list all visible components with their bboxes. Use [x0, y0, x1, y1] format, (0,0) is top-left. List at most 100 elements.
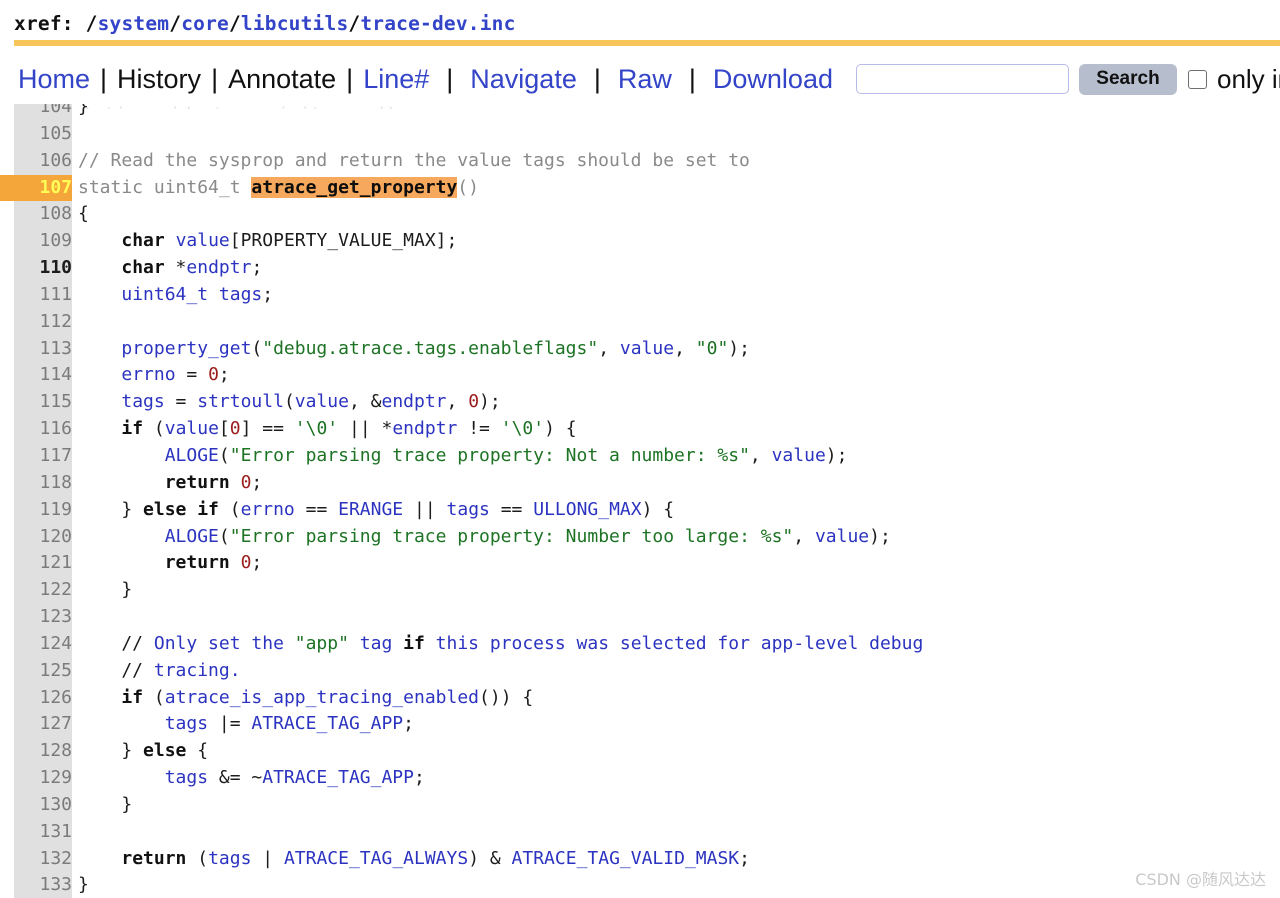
line-number[interactable]: 111 — [0, 282, 72, 309]
code-token: ( — [218, 498, 241, 520]
symbol-link[interactable]: endptr — [392, 418, 457, 439]
line-number[interactable]: 120 — [0, 524, 72, 551]
code-token: 0 — [229, 418, 241, 440]
nav-item-navigate[interactable]: Navigate — [461, 64, 586, 94]
symbol-link[interactable]: endptr — [186, 257, 251, 278]
symbol-link[interactable]: value — [165, 418, 219, 439]
symbol-link[interactable]: uint64_t — [121, 284, 208, 305]
symbol-link[interactable]: value — [176, 230, 230, 251]
search-input[interactable] — [855, 64, 1069, 94]
code-token: return — [121, 847, 187, 869]
line-number[interactable]: 130 — [0, 792, 72, 819]
highlighted-symbol[interactable]: atrace_get_property — [251, 176, 458, 198]
path-separator: / — [348, 12, 361, 35]
nav-item-line-[interactable]: Line# — [354, 64, 438, 94]
symbol-link[interactable]: value — [620, 338, 674, 359]
symbol-link[interactable]: tags — [165, 713, 208, 734]
symbol-link[interactable]: tags — [208, 848, 251, 869]
symbol-link[interactable]: tags — [447, 499, 490, 520]
symbol-link[interactable]: ALOGE — [165, 526, 219, 547]
symbol-link[interactable]: value — [295, 391, 349, 412]
nav-item-annotate[interactable]: Annotate — [219, 64, 345, 94]
symbol-link[interactable]: ATRACE_TAG_APP — [251, 713, 403, 734]
line-number[interactable]: 115 — [0, 389, 72, 416]
line-number[interactable]: 133 — [0, 872, 72, 898]
code-token: "Error parsing trace property: Not a num… — [229, 444, 750, 466]
code-token: , & — [348, 391, 382, 413]
line-number[interactable]: 113 — [0, 336, 72, 363]
code-text: return 0; — [72, 550, 1280, 577]
symbol-link[interactable]: endptr — [381, 391, 446, 412]
line-number[interactable]: 114 — [0, 362, 72, 389]
symbol-link[interactable]: property_get — [121, 338, 251, 359]
only-in-checkbox[interactable] — [1187, 69, 1207, 89]
code-text — [72, 121, 1280, 148]
code-text: char value[PROPERTY_VALUE_MAX]; — [72, 228, 1280, 255]
line-number[interactable]: 128 — [0, 738, 72, 765]
line-number[interactable]: 124 — [0, 631, 72, 658]
symbol-link[interactable]: ULLONG_MAX — [533, 499, 641, 520]
symbol-link[interactable]: ATRACE_TAG_APP — [262, 767, 414, 788]
symbol-link[interactable]: tags — [165, 767, 208, 788]
symbol-link[interactable]: ATRACE_TAG_ALWAYS — [284, 848, 468, 869]
path-segment-libcutils[interactable]: libcutils — [241, 12, 348, 35]
nav-item-download[interactable]: Download — [704, 64, 842, 94]
line-number[interactable]: 110 — [0, 255, 72, 282]
nav-separator: | — [593, 64, 601, 94]
code-token: char — [121, 257, 165, 279]
symbol-link[interactable]: atrace_is_app_tracing_enabled — [165, 687, 479, 708]
line-number[interactable]: 123 — [0, 604, 72, 631]
line-number[interactable]: 108 — [0, 201, 72, 228]
line-number[interactable]: 126 — [0, 685, 72, 712]
path-segment-core[interactable]: core — [181, 12, 229, 35]
path-segment-system[interactable]: system — [98, 12, 170, 35]
line-number[interactable]: 109 — [0, 228, 72, 255]
line-number[interactable]: 112 — [0, 309, 72, 336]
code-token: ); — [825, 444, 848, 466]
symbol-link[interactable]: value — [772, 445, 826, 466]
line-number[interactable]: 132 — [0, 846, 72, 873]
code-token: = — [175, 364, 209, 386]
line-number[interactable]: 117 — [0, 443, 72, 470]
symbol-link[interactable]: value — [815, 526, 869, 547]
code-token: ; — [262, 283, 274, 305]
code-line: 108 { — [0, 201, 1280, 228]
line-number[interactable]: 125 — [0, 658, 72, 685]
nav-separator: | — [446, 64, 454, 94]
line-number[interactable]: 129 — [0, 765, 72, 792]
code-token: ( — [143, 686, 165, 708]
symbol-link[interactable]: errno — [121, 364, 175, 385]
search-button[interactable]: Search — [1078, 63, 1177, 95]
symbol-link[interactable]: ALOGE — [165, 445, 219, 466]
source-code-viewer[interactable]: static void atrace_init_once() 104}105 1… — [0, 104, 1280, 898]
line-number[interactable]: 116 — [0, 416, 72, 443]
symbol-link[interactable]: ATRACE_TAG_VALID_MASK — [512, 848, 740, 869]
symbol-link[interactable]: tags — [121, 391, 164, 412]
line-number[interactable]: 127 — [0, 711, 72, 738]
line-number[interactable]: 118 — [0, 470, 72, 497]
nav-item-home[interactable]: Home — [14, 64, 99, 94]
line-number[interactable]: 104 — [0, 104, 72, 121]
line-number[interactable]: 106 — [0, 148, 72, 175]
symbol-link[interactable]: tags — [219, 284, 262, 305]
symbol-link[interactable]: strtoull — [197, 391, 284, 412]
code-token: ( — [186, 847, 209, 869]
line-number[interactable]: 105 — [0, 121, 72, 148]
code-token: "Error parsing trace property: Number to… — [229, 525, 794, 547]
line-number[interactable]: 121 — [0, 550, 72, 577]
symbol-link[interactable]: errno — [241, 499, 295, 520]
code-token: } — [78, 104, 89, 117]
nav-item-raw[interactable]: Raw — [609, 64, 681, 94]
code-token: ); — [728, 337, 750, 359]
line-number[interactable]: 107 — [0, 174, 72, 202]
nav-item-history[interactable]: History — [108, 64, 210, 94]
line-number[interactable]: 122 — [0, 577, 72, 604]
line-number[interactable]: 131 — [0, 819, 72, 846]
code-token: tag — [348, 632, 404, 654]
line-number[interactable]: 119 — [0, 497, 72, 524]
symbol-link[interactable]: ERANGE — [338, 499, 403, 520]
path-segment-trace-dev.inc[interactable]: trace-dev.inc — [360, 12, 515, 35]
only-in-label: only in — [1216, 63, 1280, 94]
